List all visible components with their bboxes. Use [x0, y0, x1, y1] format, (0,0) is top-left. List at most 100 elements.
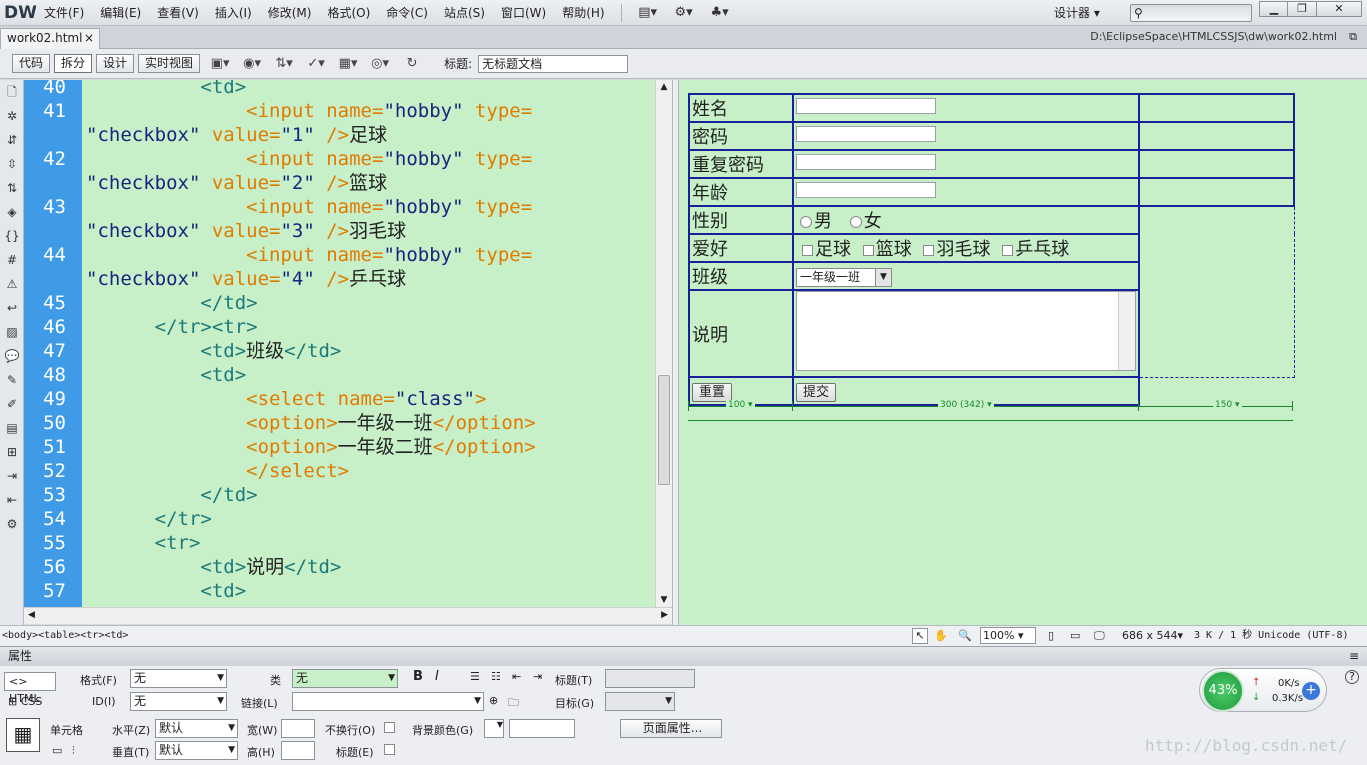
highlight-invalid-icon[interactable]: ⚠ [0, 272, 24, 296]
file-management-icon[interactable]: ⇅▾ [268, 56, 300, 71]
scroll-right-icon[interactable]: ▶ [661, 608, 668, 623]
code-line[interactable]: 55 <tr> [24, 531, 655, 555]
code-line[interactable]: 47 <td>班级</td> [24, 339, 655, 363]
column-width-3[interactable]: 150 ▾ [1213, 400, 1242, 410]
indent-icon[interactable]: ⇥ [0, 464, 24, 488]
apply-comment-icon[interactable]: 💬 [0, 344, 24, 368]
line-numbers-icon[interactable]: # [0, 248, 24, 272]
code-line[interactable]: 56 <td>说明</td> [24, 555, 655, 579]
preview-browser-icon[interactable]: ◉▾ [236, 56, 268, 71]
maximize-button[interactable]: ❐ [1287, 1, 1317, 17]
window-size[interactable]: 686 x 544▾ [1122, 626, 1183, 645]
menu-help[interactable]: 帮助(H) [554, 0, 612, 26]
outdent-icon[interactable]: ⇤ [0, 488, 24, 512]
password-input[interactable] [796, 125, 936, 142]
check-browser-icon[interactable]: ✓▾ [300, 56, 332, 71]
male-radio[interactable] [800, 216, 812, 228]
bold-button[interactable]: B [413, 669, 423, 684]
hobby-checkbox-3[interactable] [923, 245, 935, 256]
restore-icon[interactable]: ⧉ [1349, 30, 1357, 44]
female-radio[interactable] [849, 216, 862, 228]
syntax-coloring-icon[interactable]: ▨ [0, 320, 24, 344]
hobby-checkbox-1[interactable] [802, 245, 813, 256]
code-line[interactable]: 57 <td> [24, 579, 655, 603]
submit-button[interactable]: 提交 [796, 383, 837, 402]
browse-folder-icon[interactable]: 🗀 [508, 694, 519, 713]
scroll-left-icon[interactable]: ◀ [28, 608, 35, 623]
code-line[interactable]: "checkbox" value="2" />篮球 [24, 171, 655, 195]
code-line[interactable]: 45 </td> [24, 291, 655, 315]
menu-window[interactable]: 窗口(W) [493, 0, 554, 26]
code-view-button[interactable]: 代码 [12, 54, 51, 73]
code-horizontal-scrollbar[interactable]: ◀ ▶ [24, 607, 672, 624]
minimize-button[interactable]: ▁ [1259, 1, 1289, 17]
vertical-select[interactable]: 默认 ▼ [155, 741, 238, 760]
show-code-navigator-icon[interactable]: ✲ [0, 104, 24, 128]
html-mode-button[interactable]: <> HTML [4, 672, 56, 705]
split-divider[interactable] [672, 80, 679, 625]
code-line[interactable]: 43 <input name="hobby" type= [24, 195, 655, 219]
css-mode-button[interactable]: ⊞ CSS [4, 693, 56, 712]
word-wrap-icon[interactable]: ↩ [0, 296, 24, 320]
wrap-tag-icon[interactable]: ✐ [0, 392, 24, 416]
code-line[interactable]: "checkbox" value="4" />乒乓球 [24, 267, 655, 291]
select-tool-icon[interactable]: ↖ [912, 628, 928, 644]
live-view-button[interactable]: 实时视图 [138, 54, 201, 73]
code-line[interactable]: 52 </select> [24, 459, 655, 483]
collapse-tag-icon[interactable]: ⇵ [0, 128, 24, 152]
gear-icon[interactable]: ⚙▾ [666, 5, 702, 20]
nowrap-checkbox[interactable] [384, 722, 395, 733]
link-input[interactable]: ▼ [292, 692, 484, 711]
code-line[interactable]: "checkbox" value="3" />羽毛球 [24, 219, 655, 243]
code-line[interactable]: "checkbox" value="1" />足球 [24, 123, 655, 147]
menu-edit[interactable]: 编辑(E) [92, 0, 149, 26]
unordered-list-icon[interactable]: ☰ [470, 670, 480, 683]
ordered-list-icon[interactable]: ☷ [491, 670, 501, 683]
id-select[interactable]: 无 ▼ [130, 692, 227, 711]
multiscreen-icon[interactable]: ▣▾ [204, 56, 236, 71]
zoom-select[interactable]: 100% ▾ [980, 627, 1036, 644]
open-documents-icon[interactable]: 🗋 [0, 80, 24, 104]
class-select[interactable]: 无 ▼ [292, 669, 398, 688]
move-css-icon[interactable]: ⊞ [0, 440, 24, 464]
code-line[interactable]: 48 <td> [24, 363, 655, 387]
name-input[interactable] [796, 97, 936, 114]
network-monitor[interactable]: 43% ↑ ↓ 0K/s 0.3K/s + [1199, 668, 1327, 712]
balance-braces-icon[interactable]: {} [0, 224, 24, 248]
code-line[interactable]: 41 <input name="hobby" type= [24, 99, 655, 123]
italic-button[interactable]: I [435, 669, 439, 684]
desktop-size-icon[interactable]: 🖵 [1094, 626, 1105, 645]
collapse-selection-icon[interactable]: ⇳ [0, 152, 24, 176]
scroll-down-icon[interactable]: ▼ [656, 593, 672, 607]
bg-color-swatch[interactable]: ▼ [484, 719, 504, 738]
help-icon[interactable]: ? [1345, 670, 1359, 684]
height-input[interactable] [281, 741, 315, 760]
layout-icon[interactable]: ▤▾ [630, 5, 666, 20]
code-line[interactable]: 40 <td> [24, 80, 655, 99]
menu-site[interactable]: 站点(S) [436, 0, 493, 26]
tablet-size-icon[interactable]: ▭ [1070, 626, 1080, 645]
repeat-password-input[interactable] [796, 153, 936, 170]
header-checkbox[interactable] [384, 744, 395, 755]
expand-all-icon[interactable]: ⇅ [0, 176, 24, 200]
hand-tool-icon[interactable]: ✋ [934, 626, 948, 645]
description-textarea[interactable] [796, 291, 1136, 371]
code-line[interactable]: 53 </td> [24, 483, 655, 507]
age-input[interactable] [796, 181, 936, 198]
bg-color-input[interactable] [509, 719, 575, 738]
mobile-size-icon[interactable]: ▯ [1048, 626, 1054, 645]
page-properties-button[interactable]: 页面属性... [620, 719, 722, 738]
menu-file[interactable]: 文件(F) [36, 0, 92, 26]
code-line[interactable]: 46 </tr><tr> [24, 315, 655, 339]
menu-view[interactable]: 查看(V) [149, 0, 207, 26]
split-cell-icon[interactable]: ⫶ [72, 744, 75, 758]
code-line[interactable]: 44 <input name="hobby" type= [24, 243, 655, 267]
point-to-file-icon[interactable]: ⊕ [489, 694, 498, 707]
menu-command[interactable]: 命令(C) [378, 0, 436, 26]
recent-snippets-icon[interactable]: ▤ [0, 416, 24, 440]
outdent-icon[interactable]: ⇤ [512, 670, 521, 683]
class-select[interactable]: 一年级一班 ▼ [796, 268, 892, 287]
site-icon[interactable]: ♣▾ [702, 5, 738, 20]
visual-aids-icon[interactable]: ▦▾ [332, 56, 364, 71]
column-width-2[interactable]: 300 (342) ▾ [938, 400, 994, 410]
